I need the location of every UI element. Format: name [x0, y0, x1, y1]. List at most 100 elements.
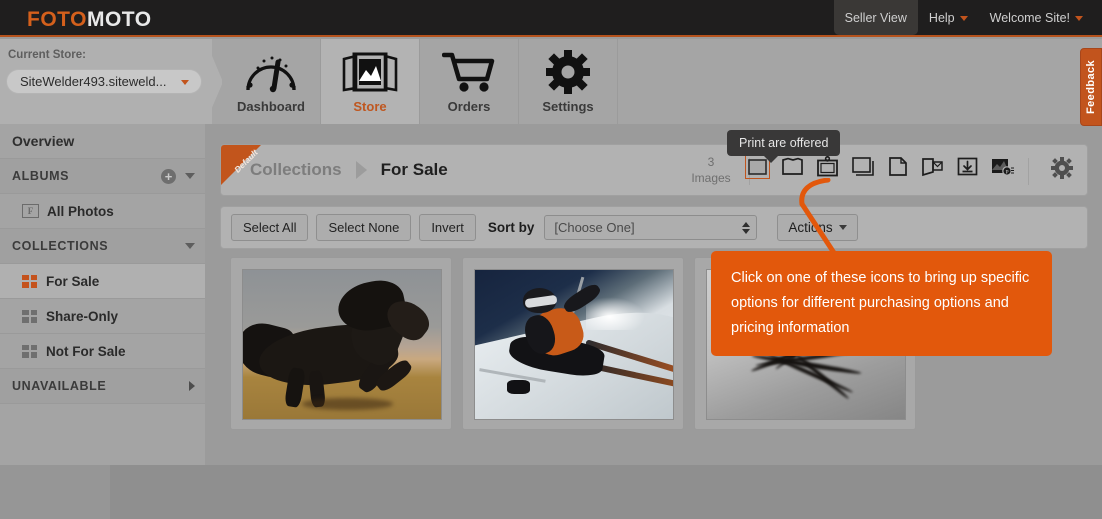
instruction-callout: Click on one of these icons to bring up … [711, 251, 1052, 356]
select-all-button[interactable]: Select All [231, 214, 308, 241]
canvas-wrap-icon[interactable] [780, 154, 805, 179]
sidebar-item-share-only[interactable]: Share-Only [0, 299, 205, 334]
gear-icon [545, 49, 591, 95]
sidebar-item-label: Not For Sale [46, 344, 126, 359]
dashboard-gauge-icon [244, 49, 298, 95]
breadcrumb-current: For Sale [381, 160, 448, 180]
default-ribbon: Default [221, 145, 275, 196]
chevron-down-icon [960, 16, 968, 21]
page-print-icon[interactable] [885, 154, 910, 179]
default-ribbon-label: Default [223, 145, 270, 184]
collection-header-panel: Default Collections For Sale 3 Images [220, 144, 1088, 196]
image-count-number: 3 [680, 154, 742, 170]
store-box-arrow [205, 39, 223, 124]
chevron-down-icon[interactable] [185, 243, 195, 249]
print-tooltip-text: Print are offered [739, 136, 828, 150]
page-bottom-area [0, 465, 1102, 519]
help-label: Help [929, 11, 955, 25]
current-store-box: Current Store: SiteWelder493.siteweld... [0, 39, 212, 124]
thumbnail-skier[interactable] [462, 257, 684, 430]
invert-button[interactable]: Invert [419, 214, 476, 241]
all-photos-icon: F [22, 204, 39, 218]
print-tooltip: Print are offered [727, 130, 840, 156]
welcome-label: Welcome Site! [990, 11, 1070, 25]
sidebar-item-for-sale[interactable]: For Sale [0, 264, 205, 299]
help-menu[interactable]: Help [918, 0, 979, 35]
brand-logo[interactable]: FOTOMOTO [27, 8, 152, 32]
seller-view-label: Seller View [845, 11, 907, 25]
selection-toolbar: Select All Select None Invert Sort by [C… [220, 206, 1088, 249]
chevron-down-icon [1075, 16, 1083, 21]
greeting-card-icon[interactable] [920, 154, 945, 179]
sort-by-label: Sort by [488, 220, 535, 235]
sort-by-value: [Choose One] [554, 220, 634, 235]
current-store-label: Current Store: [8, 49, 86, 61]
collection-settings-gear[interactable] [1051, 157, 1073, 184]
account-menu[interactable]: Welcome Site! [979, 0, 1094, 35]
sidebar: Overview ALBUMS + F All Photos COLLECTIO… [0, 124, 205, 465]
product-type-icons: P [745, 154, 1015, 179]
store-selector-value: SiteWelder493.siteweld... [20, 74, 166, 89]
tab-orders-label: Orders [448, 99, 491, 114]
brand-logo-part1: FOTO [27, 8, 87, 31]
chevron-down-icon[interactable] [185, 173, 195, 179]
sidebar-header-label: ALBUMS [12, 169, 69, 183]
breadcrumb-separator-icon [356, 161, 367, 179]
brand-logo-part2: MOTO [87, 8, 152, 31]
framed-print-icon[interactable] [815, 154, 840, 179]
top-navigation: Seller View Help Welcome Site! [834, 0, 1094, 35]
nav-strip: Current Store: SiteWelder493.siteweld... [0, 39, 1102, 124]
sidebar-header-label: COLLECTIONS [12, 239, 108, 253]
licensing-icon[interactable]: P [990, 154, 1015, 179]
toolbar-divider [1028, 158, 1029, 185]
sidebar-item-label: All Photos [47, 204, 114, 219]
sidebar-item-all-photos[interactable]: F All Photos [0, 194, 205, 229]
sidebar-header-unavailable[interactable]: UNAVAILABLE [0, 369, 205, 404]
tab-settings[interactable]: Settings [519, 39, 618, 124]
chevron-down-icon [181, 80, 189, 85]
tab-settings-label: Settings [542, 99, 593, 114]
sidebar-header-albums[interactable]: ALBUMS + [0, 159, 205, 194]
seller-view-tab[interactable]: Seller View [834, 0, 918, 35]
top-bar: FOTOMOTO Seller View Help Welcome Site! [0, 0, 1102, 37]
sidebar-item-label: For Sale [46, 274, 99, 289]
add-album-icon[interactable]: + [161, 169, 176, 184]
collections-header-actions [185, 243, 195, 249]
thumbnail-horse-image [242, 269, 442, 420]
tab-dashboard[interactable]: Dashboard [222, 39, 321, 124]
gallery-wrap-icon[interactable] [850, 154, 875, 179]
page-bottom-left-area [0, 465, 110, 519]
collection-grid-icon [22, 275, 37, 288]
sort-by-select[interactable]: [Choose One] [544, 215, 757, 240]
sidebar-item-label: Share-Only [46, 309, 118, 324]
select-none-button[interactable]: Select None [316, 214, 411, 241]
app-root: FOTOMOTO Seller View Help Welcome Site! … [0, 0, 1102, 519]
image-count: 3 Images [680, 154, 742, 186]
store-selector[interactable]: SiteWelder493.siteweld... [6, 69, 202, 94]
download-icon[interactable] [955, 154, 980, 179]
feedback-label: Feedback [1085, 60, 1097, 114]
sidebar-item-overview[interactable]: Overview [0, 124, 205, 159]
tab-store[interactable]: Store [321, 39, 420, 124]
tab-orders[interactable]: Orders [420, 39, 519, 124]
tab-dashboard-label: Dashboard [237, 99, 305, 114]
store-photos-icon [341, 49, 399, 95]
shopping-cart-icon [442, 49, 496, 95]
albums-header-actions: + [161, 169, 195, 184]
feedback-tab[interactable]: Feedback [1080, 48, 1102, 126]
main-tabs: Dashboard Store [222, 39, 618, 124]
collection-grid-icon [22, 345, 37, 358]
sidebar-item-not-for-sale[interactable]: Not For Sale [0, 334, 205, 369]
select-stepper-icon [742, 222, 750, 234]
thumbnail-horse[interactable] [230, 257, 452, 430]
chevron-right-icon[interactable] [189, 381, 195, 391]
thumbnail-skier-image [474, 269, 674, 420]
unavailable-header-actions [189, 381, 195, 391]
collection-grid-icon [22, 310, 37, 323]
instruction-callout-text: Click on one of these icons to bring up … [731, 270, 1029, 336]
tab-store-label: Store [353, 99, 386, 114]
sidebar-header-label: UNAVAILABLE [12, 379, 106, 393]
sidebar-header-collections[interactable]: COLLECTIONS [0, 229, 205, 264]
svg-text:P: P [1005, 169, 1008, 175]
image-count-label: Images [680, 170, 742, 186]
